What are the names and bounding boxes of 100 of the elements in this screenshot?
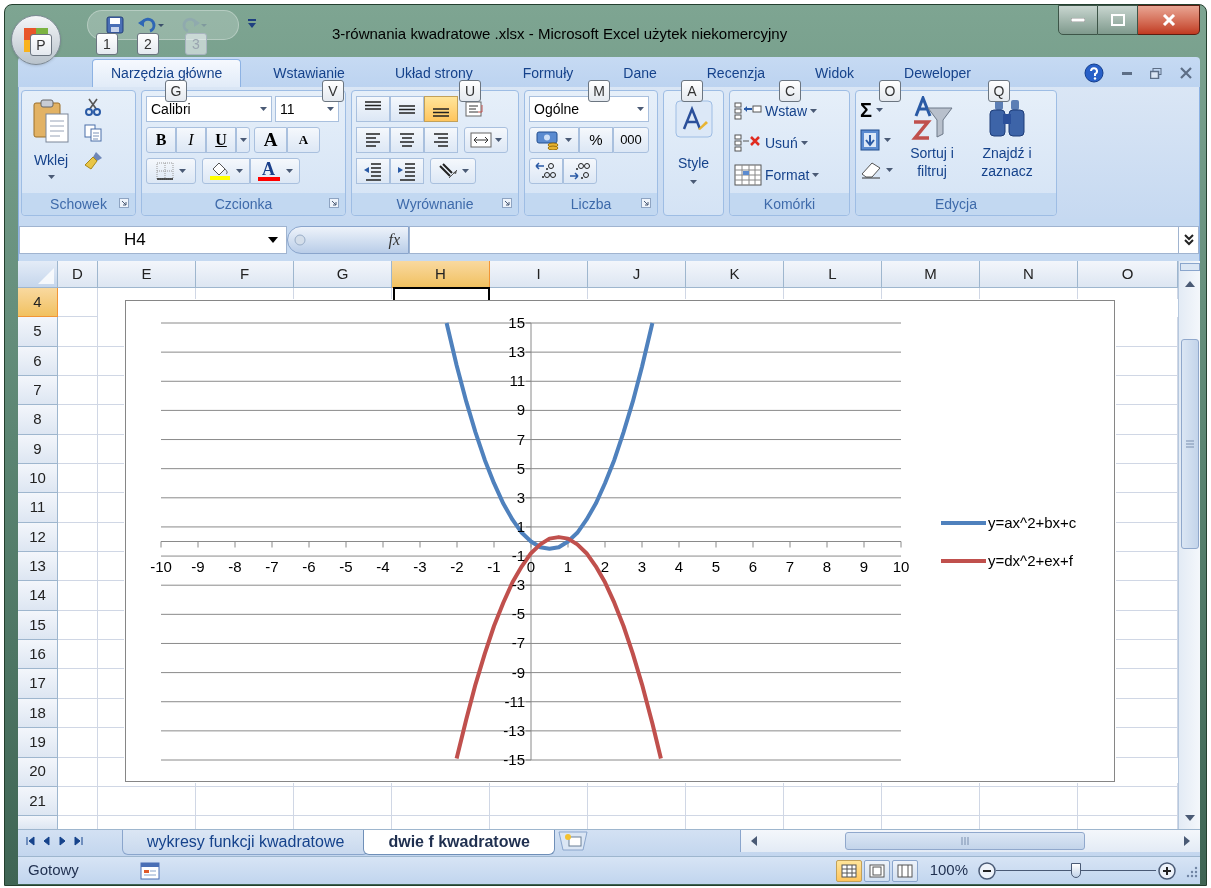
dialog-launcher-icon[interactable] <box>502 198 512 208</box>
grid-cell[interactable] <box>58 493 98 523</box>
scissors-icon[interactable] <box>84 98 102 116</box>
borders-button[interactable] <box>146 158 196 184</box>
row-header[interactable]: 13 <box>18 552 58 582</box>
vertical-scrollbar[interactable] <box>1178 261 1200 829</box>
row-header[interactable]: 19 <box>18 728 58 758</box>
column-header[interactable]: L <box>784 261 882 288</box>
previous-sheet-icon[interactable] <box>42 836 52 846</box>
undo-icon[interactable] <box>138 17 166 33</box>
underline-button[interactable]: U <box>206 127 236 153</box>
column-header[interactable]: N <box>980 261 1078 288</box>
close-button[interactable] <box>1138 5 1200 35</box>
zoom-out-icon[interactable] <box>978 861 996 880</box>
grid-cell[interactable] <box>58 376 98 406</box>
grid-cell[interactable] <box>58 288 98 318</box>
wrap-text-icon[interactable] <box>464 98 486 120</box>
number-format-dropdown[interactable]: Ogólne <box>529 96 649 122</box>
italic-button[interactable]: I <box>176 127 206 153</box>
expand-formula-button[interactable] <box>1179 226 1199 254</box>
align-bottom-button[interactable] <box>424 96 458 122</box>
paste-button[interactable]: Wklej <box>26 96 76 193</box>
format-painter-icon[interactable] <box>84 150 104 170</box>
grid-cell[interactable] <box>58 552 98 582</box>
column-header[interactable]: J <box>588 261 686 288</box>
grow-font-button[interactable]: A <box>254 127 287 153</box>
row-header[interactable]: 15 <box>18 610 58 641</box>
split-box[interactable] <box>1179 263 1200 271</box>
row-header[interactable]: 10 <box>18 464 58 494</box>
grid-cell[interactable] <box>58 346 98 377</box>
grid-cell[interactable] <box>58 405 98 435</box>
grid-cell[interactable] <box>196 786 294 817</box>
grid-cell[interactable] <box>58 434 98 465</box>
grid-cell[interactable] <box>58 698 98 729</box>
column-header[interactable]: O <box>1078 261 1178 288</box>
decrease-decimal-button[interactable] <box>563 158 597 184</box>
grid-cell[interactable] <box>58 728 98 758</box>
grid-cell[interactable] <box>58 610 98 641</box>
row-header[interactable]: 8 <box>18 405 58 435</box>
grid-cell[interactable] <box>58 581 98 611</box>
decrease-indent-button[interactable] <box>356 158 390 184</box>
select-all-button[interactable] <box>18 261 58 288</box>
grid-cell[interactable] <box>882 786 980 817</box>
row-header[interactable]: 6 <box>18 346 58 377</box>
fill-button[interactable] <box>860 128 893 152</box>
dialog-launcher-icon[interactable] <box>641 198 651 208</box>
row-header[interactable]: 11 <box>18 493 58 523</box>
font-size-dropdown[interactable]: 11 <box>275 96 339 122</box>
currency-button[interactable] <box>529 127 579 153</box>
column-header[interactable]: H <box>392 261 490 288</box>
row-header[interactable]: 5 <box>18 317 58 347</box>
insert-sheet-icon[interactable] <box>556 830 591 852</box>
zoom-slider[interactable] <box>996 861 1156 880</box>
minimize-icon[interactable] <box>1122 71 1132 75</box>
grid-cell[interactable] <box>58 757 98 787</box>
grid-cell[interactable] <box>58 669 98 699</box>
close-icon[interactable] <box>1180 67 1192 79</box>
row-header[interactable]: 18 <box>18 698 58 729</box>
insert-function-button[interactable]: fx <box>287 226 409 254</box>
customize-toolbar-icon[interactable] <box>248 19 256 29</box>
font-color-button[interactable]: A <box>250 158 300 184</box>
normal-view-button[interactable] <box>835 859 862 882</box>
orientation-button[interactable] <box>430 158 476 184</box>
save-icon[interactable] <box>106 16 124 34</box>
grid-cell[interactable] <box>58 640 98 670</box>
first-sheet-icon[interactable] <box>26 836 36 846</box>
grid-cell[interactable] <box>980 786 1078 817</box>
row-header[interactable]: 16 <box>18 640 58 670</box>
grid-cell[interactable] <box>58 786 98 817</box>
sheet-tab[interactable]: dwie f kwadratowe <box>363 830 555 855</box>
horizontal-scrollbar[interactable] <box>740 830 1200 852</box>
bold-button[interactable]: B <box>146 127 176 153</box>
row-header[interactable]: 4 <box>18 288 58 318</box>
delete-button[interactable]: Usuń <box>734 130 845 156</box>
increase-indent-button[interactable] <box>390 158 424 184</box>
column-header[interactable]: I <box>490 261 588 288</box>
next-sheet-icon[interactable] <box>58 836 68 846</box>
grid-cell[interactable] <box>58 464 98 494</box>
copy-icon[interactable] <box>84 124 102 142</box>
ribbon-tab[interactable]: Narzędzia główne <box>92 59 242 87</box>
column-header[interactable]: E <box>98 261 196 288</box>
grid-cell[interactable] <box>392 786 490 817</box>
font-name-dropdown[interactable]: Calibri <box>146 96 272 122</box>
row-header[interactable] <box>18 816 58 829</box>
column-header[interactable]: M <box>882 261 980 288</box>
grid-cell[interactable] <box>58 317 98 347</box>
row-header[interactable]: 20 <box>18 757 58 787</box>
row-header[interactable]: 17 <box>18 669 58 699</box>
thousands-button[interactable]: 000 <box>613 127 649 153</box>
page-layout-button[interactable] <box>863 859 890 882</box>
row-header[interactable]: 21 <box>18 786 58 817</box>
sort-filter-button[interactable]: Sortuj i filtruj <box>899 96 965 193</box>
percent-button[interactable]: % <box>579 127 613 153</box>
last-sheet-icon[interactable] <box>74 836 84 846</box>
column-header[interactable]: K <box>686 261 784 288</box>
underline-dropdown[interactable] <box>236 127 250 153</box>
grid-cell[interactable] <box>686 786 784 817</box>
grid-cell[interactable] <box>58 522 98 553</box>
dialog-launcher-icon[interactable] <box>329 198 339 208</box>
restore-icon[interactable] <box>1150 67 1162 79</box>
